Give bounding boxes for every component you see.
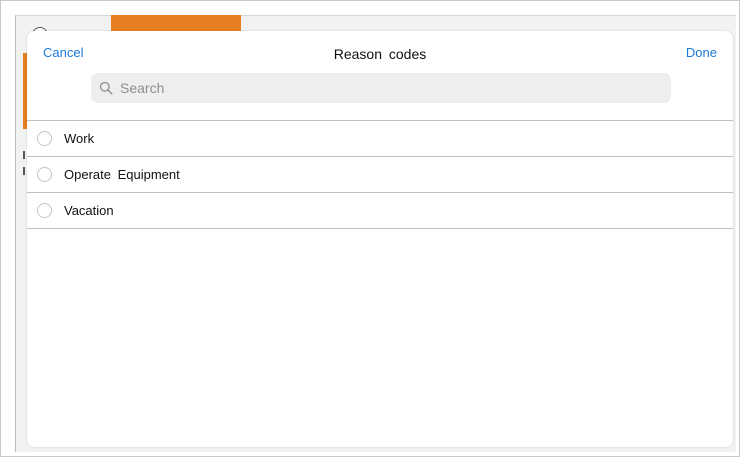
radio-button-icon[interactable] [37, 131, 52, 146]
search-input[interactable] [118, 79, 662, 97]
background-divider-mark [23, 167, 25, 175]
background-divider-mark [23, 151, 25, 159]
reason-codes-modal: Cancel Reason codes Done Work Operate Eq… [27, 31, 733, 447]
reason-row-work[interactable]: Work [27, 121, 733, 157]
reason-list: Work Operate Equipment Vacation [27, 120, 733, 229]
search-bar[interactable] [91, 73, 671, 103]
search-icon [99, 81, 113, 95]
radio-button-icon[interactable] [37, 167, 52, 182]
radio-button-icon[interactable] [37, 203, 52, 218]
done-button[interactable]: Done [686, 45, 717, 60]
reason-label: Operate Equipment [64, 167, 180, 182]
reason-label: Work [64, 131, 95, 146]
reason-row-operate-equipment[interactable]: Operate Equipment [27, 157, 733, 193]
screen-frame: Cancel Reason codes Done Work Operate Eq… [0, 0, 740, 457]
modal-title: Reason codes [333, 46, 427, 62]
modal-nav-bar: Cancel Reason codes Done [27, 31, 733, 73]
reason-label: Vacation [64, 203, 114, 218]
reason-row-vacation[interactable]: Vacation [27, 193, 733, 229]
